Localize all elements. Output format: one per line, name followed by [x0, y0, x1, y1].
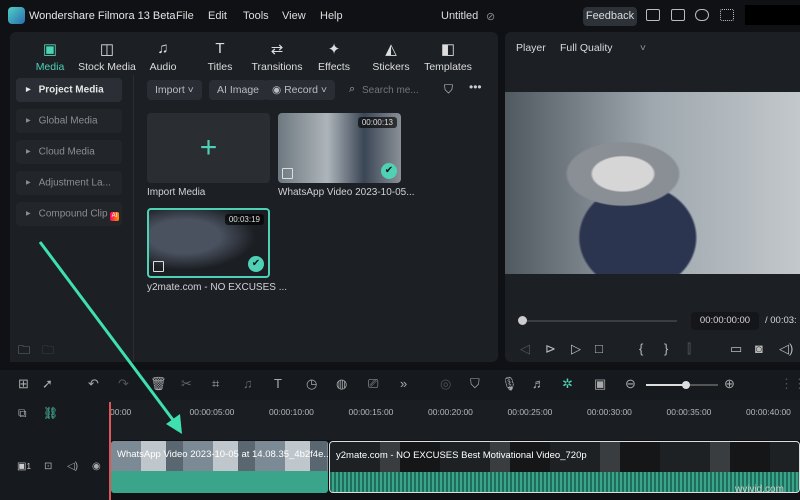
annotation-arrow — [38, 241, 182, 434]
